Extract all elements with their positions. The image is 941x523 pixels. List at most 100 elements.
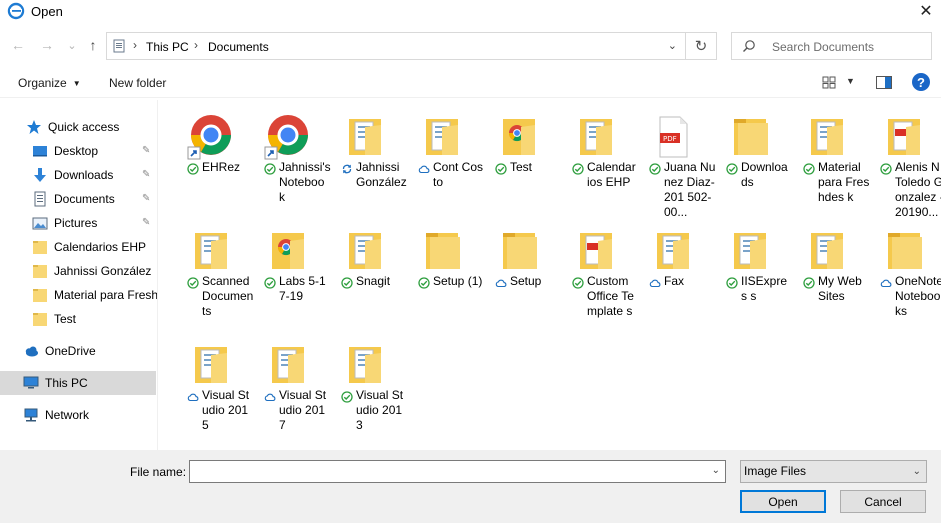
sidebar-item-calendarios-ehp[interactable]: Calendarios EHP — [0, 235, 156, 259]
file-item[interactable]: Setup — [481, 219, 557, 331]
file-item[interactable]: Scanned Documents — [173, 219, 253, 331]
synced-check-icon — [649, 163, 661, 175]
preview-pane-icon[interactable] — [876, 76, 892, 89]
file-item[interactable]: EHRez — [173, 105, 249, 217]
folder-icon — [726, 113, 774, 161]
breadcrumb-separator: › — [194, 38, 198, 52]
sidebar-item-downloads[interactable]: Downloads ✎ — [0, 163, 156, 187]
sidebar-item-onedrive[interactable]: OneDrive — [0, 339, 156, 363]
synced-check-icon — [572, 277, 584, 289]
sidebar-item-this-pc[interactable]: This PC — [0, 371, 156, 395]
organize-button[interactable]: Organize ▼ — [18, 76, 81, 90]
sidebar-item-material-para-freshdesk[interactable]: Material para Freshdesk — [0, 283, 157, 307]
file-item[interactable]: Visual Studio 2013 — [327, 333, 403, 445]
file-item[interactable]: Setup (1) — [404, 219, 482, 331]
open-button[interactable]: Open — [740, 490, 826, 513]
pin-icon: ✎ — [142, 169, 151, 180]
file-item[interactable]: Jahnissi's Noteboo k — [250, 105, 331, 217]
search-box[interactable]: Search Documents — [731, 32, 932, 60]
file-name-input[interactable]: ⌄ — [189, 460, 726, 483]
file-name: Juana Nunez Diaz-201 502-00... — [664, 160, 716, 219]
file-item[interactable]: Custom Office Template s — [558, 219, 634, 331]
file-name: Visual Studio 2017 — [279, 388, 327, 432]
organize-label: Organize — [18, 76, 67, 90]
file-item[interactable]: Material para Freshdes k — [789, 105, 869, 217]
help-icon[interactable]: ? — [912, 73, 930, 91]
synced-check-icon — [880, 163, 892, 175]
cloud-status-icon — [495, 277, 507, 289]
breadcrumb-separator: › — [133, 38, 137, 52]
file-item[interactable]: Calendar ios EHP — [558, 105, 636, 217]
file-item[interactable]: Visual Studio 2017 — [250, 333, 326, 445]
cloud-status-icon — [264, 391, 276, 403]
back-button[interactable]: ← — [9, 36, 27, 54]
file-item[interactable]: Cont Costo — [404, 105, 483, 217]
folder-icon — [33, 265, 47, 278]
pin-icon: ✎ — [142, 217, 151, 228]
file-item[interactable]: Fax — [635, 219, 711, 331]
chevron-down-icon: ⌄ — [912, 466, 921, 477]
change-view-icon[interactable] — [822, 76, 836, 89]
file-item[interactable]: Jahnissi González — [327, 105, 407, 217]
sidebar-item-test[interactable]: Test — [0, 307, 156, 331]
file-type-select[interactable]: Image Files ⌄ — [740, 460, 927, 483]
file-name: Scanned Documents — [202, 274, 254, 318]
file-name: Fax — [664, 274, 685, 288]
sidebar-item-label: This PC — [45, 376, 88, 390]
synced-check-icon — [418, 277, 430, 289]
window-title: Open — [31, 4, 63, 19]
file-name: Custom Office Template s — [587, 274, 634, 318]
file-item[interactable]: PDF Juana Nunez Diaz-201 502-00... — [635, 105, 715, 219]
sidebar-item-jahnissi-gonzalez[interactable]: Jahnissi González — [0, 259, 156, 283]
file-name: Setup (1) — [433, 274, 483, 288]
file-name: Cont Costo — [433, 160, 484, 189]
desktop-icon — [33, 146, 47, 157]
synced-check-icon — [264, 163, 276, 175]
sidebar-item-desktop[interactable]: Desktop ✎ — [0, 139, 156, 163]
pc-icon — [23, 376, 39, 389]
file-item[interactable]: Downloa ds — [712, 105, 788, 217]
address-dropdown-icon[interactable]: ⌄ — [668, 39, 677, 52]
folder-icon — [264, 341, 312, 389]
synced-check-icon — [187, 163, 199, 175]
folder-icon — [880, 227, 928, 275]
recent-locations-button[interactable]: ⌄ — [63, 36, 81, 54]
star-icon — [27, 120, 41, 134]
new-folder-button[interactable]: New folder — [109, 76, 166, 90]
file-name: Test — [510, 160, 533, 174]
file-name: Setup — [510, 274, 542, 288]
file-name: EHRez — [202, 160, 241, 174]
sidebar-item-documents[interactable]: Documents ✎ — [0, 187, 156, 211]
sidebar-item-pictures[interactable]: Pictures ✎ — [0, 211, 156, 235]
search-placeholder: Search Documents — [772, 40, 875, 54]
file-item[interactable]: OneNote Noteboo ks — [866, 219, 941, 331]
file-name: Jahnissi's Noteboo k — [279, 160, 331, 204]
dialog-footer: File name: ⌄ Image Files ⌄ Open Cancel — [0, 450, 941, 523]
chevron-down-icon[interactable]: ⌄ — [712, 465, 720, 476]
cancel-button[interactable]: Cancel — [840, 490, 926, 513]
up-button[interactable]: ↑ — [84, 36, 102, 54]
view-options-chevron-icon[interactable]: ▼ — [846, 76, 855, 86]
search-icon — [743, 40, 755, 52]
close-button[interactable]: ✕ — [911, 0, 941, 22]
file-item[interactable]: Labs 5-17-19 — [250, 219, 326, 331]
refresh-button[interactable]: ↻ — [686, 32, 717, 60]
folder-icon — [649, 227, 697, 275]
file-item[interactable]: Visual Studio 2015 — [173, 333, 249, 445]
synced-check-icon — [187, 277, 199, 289]
folder-icon — [418, 227, 466, 275]
address-bar[interactable]: › This PC › Documents ⌄ — [106, 32, 686, 60]
file-item[interactable]: Alenis N Toledo Gonzalez -20190... — [866, 105, 941, 219]
network-icon — [24, 408, 38, 422]
sidebar-item-network[interactable]: Network — [0, 403, 156, 427]
cloud-status-icon — [649, 277, 661, 289]
file-item[interactable]: Test — [481, 105, 557, 217]
file-item[interactable]: IISExpres s — [712, 219, 788, 331]
sidebar-item-quick-access[interactable]: Quick access — [0, 115, 156, 139]
file-item[interactable]: Snagit — [327, 219, 403, 331]
breadcrumb-this-pc[interactable]: This PC — [146, 40, 189, 54]
breadcrumb-documents[interactable]: Documents — [208, 40, 269, 54]
forward-button[interactable]: → — [38, 36, 56, 54]
file-item[interactable]: My Web Sites — [789, 219, 865, 331]
chrome-shortcut-icon — [187, 113, 235, 161]
